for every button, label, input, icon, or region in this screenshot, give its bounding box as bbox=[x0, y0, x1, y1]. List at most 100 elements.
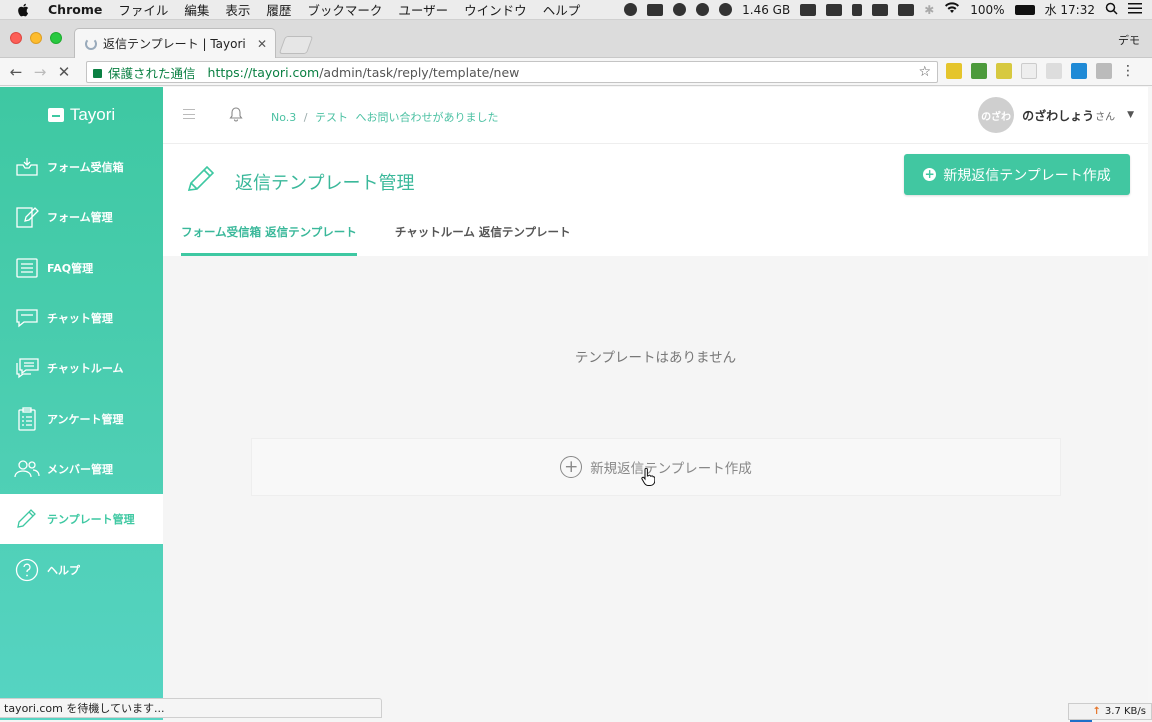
breadcrumb-form: テスト bbox=[314, 111, 348, 124]
extension-recycle-icon[interactable] bbox=[1096, 63, 1112, 79]
user-name: のざわしょう bbox=[1022, 108, 1095, 123]
chevron-down-icon: ▼ bbox=[1127, 110, 1134, 120]
hamburger-menu-icon[interactable] bbox=[183, 109, 195, 119]
create-template-button[interactable]: + 新規返信テンプレート作成 bbox=[904, 154, 1130, 195]
help-icon bbox=[14, 558, 40, 582]
drive-icon[interactable] bbox=[898, 3, 915, 16]
template-list-area: テンプレートはありません + 新規返信テンプレート作成 bbox=[163, 256, 1148, 720]
pencil-icon bbox=[14, 507, 40, 531]
browser-tab-bar: 返信テンプレート | Tayori ✕ デモ bbox=[0, 20, 1152, 58]
sidebar-item-template-management[interactable]: テンプレート管理 bbox=[0, 494, 163, 545]
extension-icons: ⋮ bbox=[946, 63, 1135, 79]
spotlight-search-icon[interactable] bbox=[1105, 2, 1118, 18]
battery-icon[interactable] bbox=[1014, 4, 1035, 15]
clock[interactable]: 水 17:32 bbox=[1045, 1, 1095, 18]
bookmark-star-icon[interactable]: ☆ bbox=[918, 64, 931, 80]
sidebar: Tayori フォーム受信箱 フォーム管理 FAQ管理 チャット管理 チャットル… bbox=[0, 87, 163, 720]
network-speed: 3.7 KB/s bbox=[1104, 706, 1146, 717]
tayori-logo-icon bbox=[47, 107, 64, 122]
sidebar-item-label: フォーム受信箱 bbox=[47, 161, 124, 175]
memory-usage[interactable]: 1.46 GB bbox=[742, 3, 790, 17]
survey-clipboard-icon bbox=[14, 406, 40, 431]
sidebar-item-label: メンバー管理 bbox=[47, 462, 113, 476]
sidebar-item-form-management[interactable]: フォーム管理 bbox=[0, 192, 163, 242]
menu-bookmarks[interactable]: ブックマーク bbox=[307, 0, 382, 19]
sidebar-item-label: テンプレート管理 bbox=[47, 513, 135, 527]
battery-percent[interactable]: 100% bbox=[970, 3, 1004, 17]
menu-file[interactable]: ファイル bbox=[118, 0, 168, 19]
sidebar-item-chat-room[interactable]: チャットルーム bbox=[0, 343, 163, 393]
sidebar-item-member-management[interactable]: メンバー管理 bbox=[0, 444, 163, 494]
extension-marker-icon[interactable] bbox=[996, 63, 1012, 79]
window-minimize-button[interactable] bbox=[30, 32, 42, 44]
extension-bi-icon[interactable] bbox=[1071, 63, 1087, 79]
bluetooth-icon[interactable]: ✱ bbox=[924, 3, 934, 17]
cloud-icon[interactable] bbox=[696, 3, 710, 16]
arrows-icon[interactable] bbox=[826, 3, 843, 16]
hand-cursor-icon bbox=[641, 467, 656, 490]
page-title: 返信テンプレート管理 bbox=[235, 173, 415, 194]
apple-icon[interactable] bbox=[16, 3, 30, 17]
sidebar-item-label: アンケート管理 bbox=[47, 412, 124, 426]
extension-calendar-icon[interactable] bbox=[1021, 63, 1037, 79]
new-tab-button[interactable] bbox=[278, 36, 314, 54]
calendar-5-icon[interactable] bbox=[800, 3, 817, 16]
empty-create-template-button[interactable]: + 新規返信テンプレート作成 bbox=[251, 438, 1061, 496]
eye-icon[interactable] bbox=[624, 3, 638, 16]
sidebar-item-form-inbox[interactable]: フォーム受信箱 bbox=[0, 142, 163, 192]
browser-status-bar: tayori.com を待機しています... bbox=[0, 698, 382, 718]
lock-icon bbox=[93, 68, 102, 78]
notification-center-icon[interactable] bbox=[1128, 2, 1142, 17]
display-icon[interactable] bbox=[647, 3, 664, 16]
tayori-logo[interactable]: Tayori bbox=[0, 87, 163, 142]
breadcrumb-separator: / bbox=[303, 111, 308, 124]
stop-loading-icon[interactable]: ✕ bbox=[52, 63, 76, 81]
extension-refresh-icon[interactable] bbox=[1046, 63, 1062, 79]
sidebar-item-label: チャット管理 bbox=[47, 312, 113, 326]
breadcrumb-number: No.3 bbox=[271, 111, 297, 124]
template-tabs: フォーム受信箱 返信テンプレート チャットルーム 返信テンプレート bbox=[181, 224, 609, 256]
extension-mail-icon[interactable] bbox=[946, 63, 962, 79]
menu-window[interactable]: ウインドウ bbox=[464, 0, 527, 19]
menu-app-chrome[interactable]: Chrome bbox=[48, 2, 102, 17]
tree-icon[interactable] bbox=[852, 3, 863, 16]
browser-menu-icon[interactable]: ⋮ bbox=[1121, 63, 1135, 79]
faq-list-icon bbox=[14, 256, 40, 280]
menu-history[interactable]: 履歴 bbox=[266, 0, 291, 19]
tayori-app: Tayori フォーム受信箱 フォーム管理 FAQ管理 チャット管理 チャットル… bbox=[0, 87, 1152, 720]
empty-state-message: テンプレートはありません bbox=[574, 350, 737, 366]
plus-circle-icon: + bbox=[923, 167, 937, 181]
network-speed-widget: ↑ 3.7 KB/s bbox=[1068, 703, 1152, 720]
tab-form-inbox-templates[interactable]: フォーム受信箱 返信テンプレート bbox=[181, 224, 357, 256]
user-menu[interactable]: のざわ のざわしょう さん ▼ bbox=[978, 97, 1134, 133]
create-template-button-label: 新規返信テンプレート作成 bbox=[943, 167, 1111, 184]
sidebar-item-chat-management[interactable]: チャット管理 bbox=[0, 293, 163, 343]
forward-arrow-icon[interactable]: → bbox=[28, 63, 52, 81]
address-bar[interactable]: 保護された通信 https://tayori.com /admin/task/r… bbox=[86, 61, 938, 83]
logo-text: Tayori bbox=[69, 104, 116, 124]
chat-bubble-icon bbox=[14, 306, 40, 330]
menu-user[interactable]: ユーザー bbox=[398, 0, 448, 19]
sidebar-item-survey-management[interactable]: アンケート管理 bbox=[0, 393, 163, 443]
menu-edit[interactable]: 編集 bbox=[184, 0, 209, 19]
window-close-button[interactable] bbox=[10, 32, 22, 44]
window-maximize-button[interactable] bbox=[50, 32, 62, 44]
sidebar-item-help[interactable]: ヘルプ bbox=[0, 544, 163, 594]
browser-tab-active[interactable]: 返信テンプレート | Tayori ✕ bbox=[74, 28, 276, 58]
play-icon[interactable] bbox=[673, 3, 687, 16]
macos-menu-bar: Chrome ファイル 編集 表示 履歴 ブックマーク ユーザー ウインドウ ヘ… bbox=[0, 0, 1152, 20]
wifi-icon[interactable] bbox=[944, 2, 960, 17]
back-arrow-icon[interactable]: ← bbox=[4, 63, 28, 81]
memory-clean-icon[interactable] bbox=[719, 3, 733, 16]
tab-chat-room-templates[interactable]: チャットルーム 返信テンプレート bbox=[395, 224, 571, 256]
notification-bell-icon[interactable] bbox=[229, 107, 243, 126]
dropbox-icon[interactable] bbox=[872, 3, 889, 16]
menu-view[interactable]: 表示 bbox=[225, 0, 250, 19]
secure-label: 保護された通信 bbox=[108, 65, 196, 81]
profile-name[interactable]: デモ bbox=[1118, 32, 1140, 48]
menu-help[interactable]: ヘルプ bbox=[543, 0, 581, 19]
notification-breadcrumb[interactable]: No.3 / テスト へお問い合わせがありました bbox=[271, 109, 498, 125]
extension-puzzle-icon[interactable] bbox=[971, 63, 987, 79]
sidebar-item-faq-management[interactable]: FAQ管理 bbox=[0, 243, 163, 293]
tab-close-icon[interactable]: ✕ bbox=[255, 37, 269, 51]
